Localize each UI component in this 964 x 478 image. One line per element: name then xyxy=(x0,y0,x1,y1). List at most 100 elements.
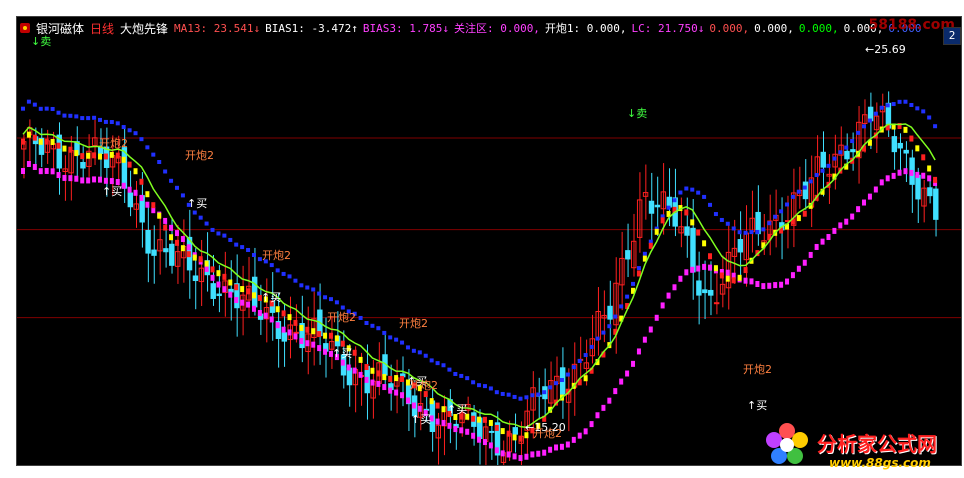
ma-yellow-bar xyxy=(246,288,251,295)
ma-blue-dot xyxy=(506,392,511,397)
ma-magenta-bar xyxy=(317,345,322,352)
ma-blue-dot xyxy=(666,205,671,210)
ma-yellow-bar xyxy=(133,168,138,175)
ma-magenta-bar xyxy=(465,428,470,435)
ma-blue-dot xyxy=(133,131,138,136)
ma-yellow-bar xyxy=(506,430,511,437)
ma-magenta-bar xyxy=(299,338,304,345)
ma-magenta-bar xyxy=(631,360,636,367)
ma-blue-dot xyxy=(494,390,499,395)
ma-magenta-bar xyxy=(571,436,576,443)
ma-yellow-bar xyxy=(204,260,209,267)
ma-blue-dot xyxy=(636,266,641,271)
ma-magenta-bar xyxy=(32,163,37,170)
candle-body xyxy=(80,161,86,169)
ma-magenta-bar xyxy=(346,364,351,371)
ma-yellow-bar xyxy=(471,415,476,422)
ma-blue-dot xyxy=(933,124,938,129)
site-logo: 分析家公式网 www.88gs.com xyxy=(747,404,963,476)
ma-yellow-bar xyxy=(328,332,333,339)
ma-blue-dot xyxy=(862,124,867,129)
ma-blue-dot xyxy=(405,345,410,350)
ma-magenta-bar xyxy=(453,426,458,433)
ma-magenta-bar xyxy=(850,213,855,220)
candle-body xyxy=(169,243,175,266)
ma-blue-dot xyxy=(86,116,91,121)
ma-yellow-bar xyxy=(477,416,482,423)
ma-blue-dot xyxy=(903,99,908,104)
ma-magenta-bar xyxy=(92,176,97,183)
ma-blue-dot xyxy=(619,304,624,309)
ma-magenta-bar xyxy=(873,186,878,193)
ma-magenta-bar xyxy=(62,174,67,181)
ma-magenta-bar xyxy=(583,428,588,435)
fire-signal: 开炮2 xyxy=(99,137,128,150)
ma-magenta-bar xyxy=(921,172,926,179)
ma-yellow-bar xyxy=(103,153,108,160)
ma-magenta-bar xyxy=(666,292,671,299)
ma-magenta-bar xyxy=(808,251,813,258)
ma-yellow-bar xyxy=(400,375,405,382)
ma-magenta-bar xyxy=(482,439,487,446)
ma-blue-dot xyxy=(879,105,884,110)
ma-blue-dot xyxy=(856,130,861,135)
ma-yellow-bar xyxy=(927,165,932,172)
ma-magenta-bar xyxy=(80,177,85,184)
ma-yellow-bar xyxy=(429,398,434,405)
ma-blue-dot xyxy=(328,297,333,302)
ma-magenta-bar xyxy=(672,284,677,291)
ma-magenta-bar xyxy=(530,451,535,458)
ma-yellow-bar xyxy=(583,375,588,382)
ma-yellow-bar xyxy=(56,142,61,149)
ma-blue-dot xyxy=(796,189,801,194)
fire-signal: 开炮2 xyxy=(399,317,428,330)
ma-blue-dot xyxy=(808,179,813,184)
buy-signal: ↑买 xyxy=(187,197,207,210)
ma-magenta-bar xyxy=(826,234,831,241)
ma-magenta-bar xyxy=(257,310,262,317)
candle-body xyxy=(696,280,702,296)
ma-magenta-bar xyxy=(862,199,867,206)
ma-magenta-bar xyxy=(364,376,369,383)
ma-yellow-bar xyxy=(80,153,85,160)
ma-blue-dot xyxy=(832,156,837,161)
chart-frame: 银河磁体 日线 大炮先锋 MA13: 23.541↓ BIAS1: -3.472↑… xyxy=(16,16,962,466)
ma-blue-dot xyxy=(139,137,144,142)
ma-blue-dot xyxy=(719,217,724,222)
ma-yellow-bar xyxy=(50,138,55,145)
ma-magenta-bar xyxy=(305,340,310,347)
ma-yellow-bar xyxy=(210,266,215,273)
ma-blue-dot xyxy=(97,117,102,122)
ma-yellow-bar xyxy=(281,310,286,317)
ma-magenta-bar xyxy=(471,432,476,439)
ma-yellow-bar xyxy=(654,228,659,235)
ma-blue-dot xyxy=(690,187,695,192)
ma-blue-dot xyxy=(779,209,784,214)
candle-body xyxy=(713,302,720,305)
ma-magenta-bar xyxy=(927,175,932,182)
ma-blue-dot xyxy=(459,373,464,378)
ma-yellow-bar xyxy=(482,416,487,423)
ma-magenta-bar xyxy=(388,387,393,394)
ma-blue-dot xyxy=(607,324,612,329)
ma-magenta-bar xyxy=(867,193,872,200)
ma-magenta-bar xyxy=(601,404,606,411)
ma-magenta-bar xyxy=(559,443,564,450)
ma-blue-dot xyxy=(672,198,677,203)
ma-blue-dot xyxy=(198,215,203,220)
ma-magenta-bar xyxy=(376,380,381,387)
ma-yellow-bar xyxy=(97,153,102,160)
ma-yellow-bar xyxy=(909,135,914,142)
ma-yellow-bar xyxy=(186,251,191,258)
ma-yellow-bar xyxy=(311,328,316,335)
ma-magenta-bar xyxy=(891,172,896,179)
ma-blue-dot xyxy=(761,227,766,232)
ma-magenta-bar xyxy=(708,264,713,271)
buy-signal: ↑买 xyxy=(447,403,467,416)
ma-blue-dot xyxy=(548,385,553,390)
ma-blue-dot xyxy=(844,145,849,150)
ma-magenta-bar xyxy=(370,379,375,386)
ma-blue-dot xyxy=(785,202,790,207)
ma-magenta-bar xyxy=(50,168,55,175)
ma-blue-dot xyxy=(358,315,363,320)
